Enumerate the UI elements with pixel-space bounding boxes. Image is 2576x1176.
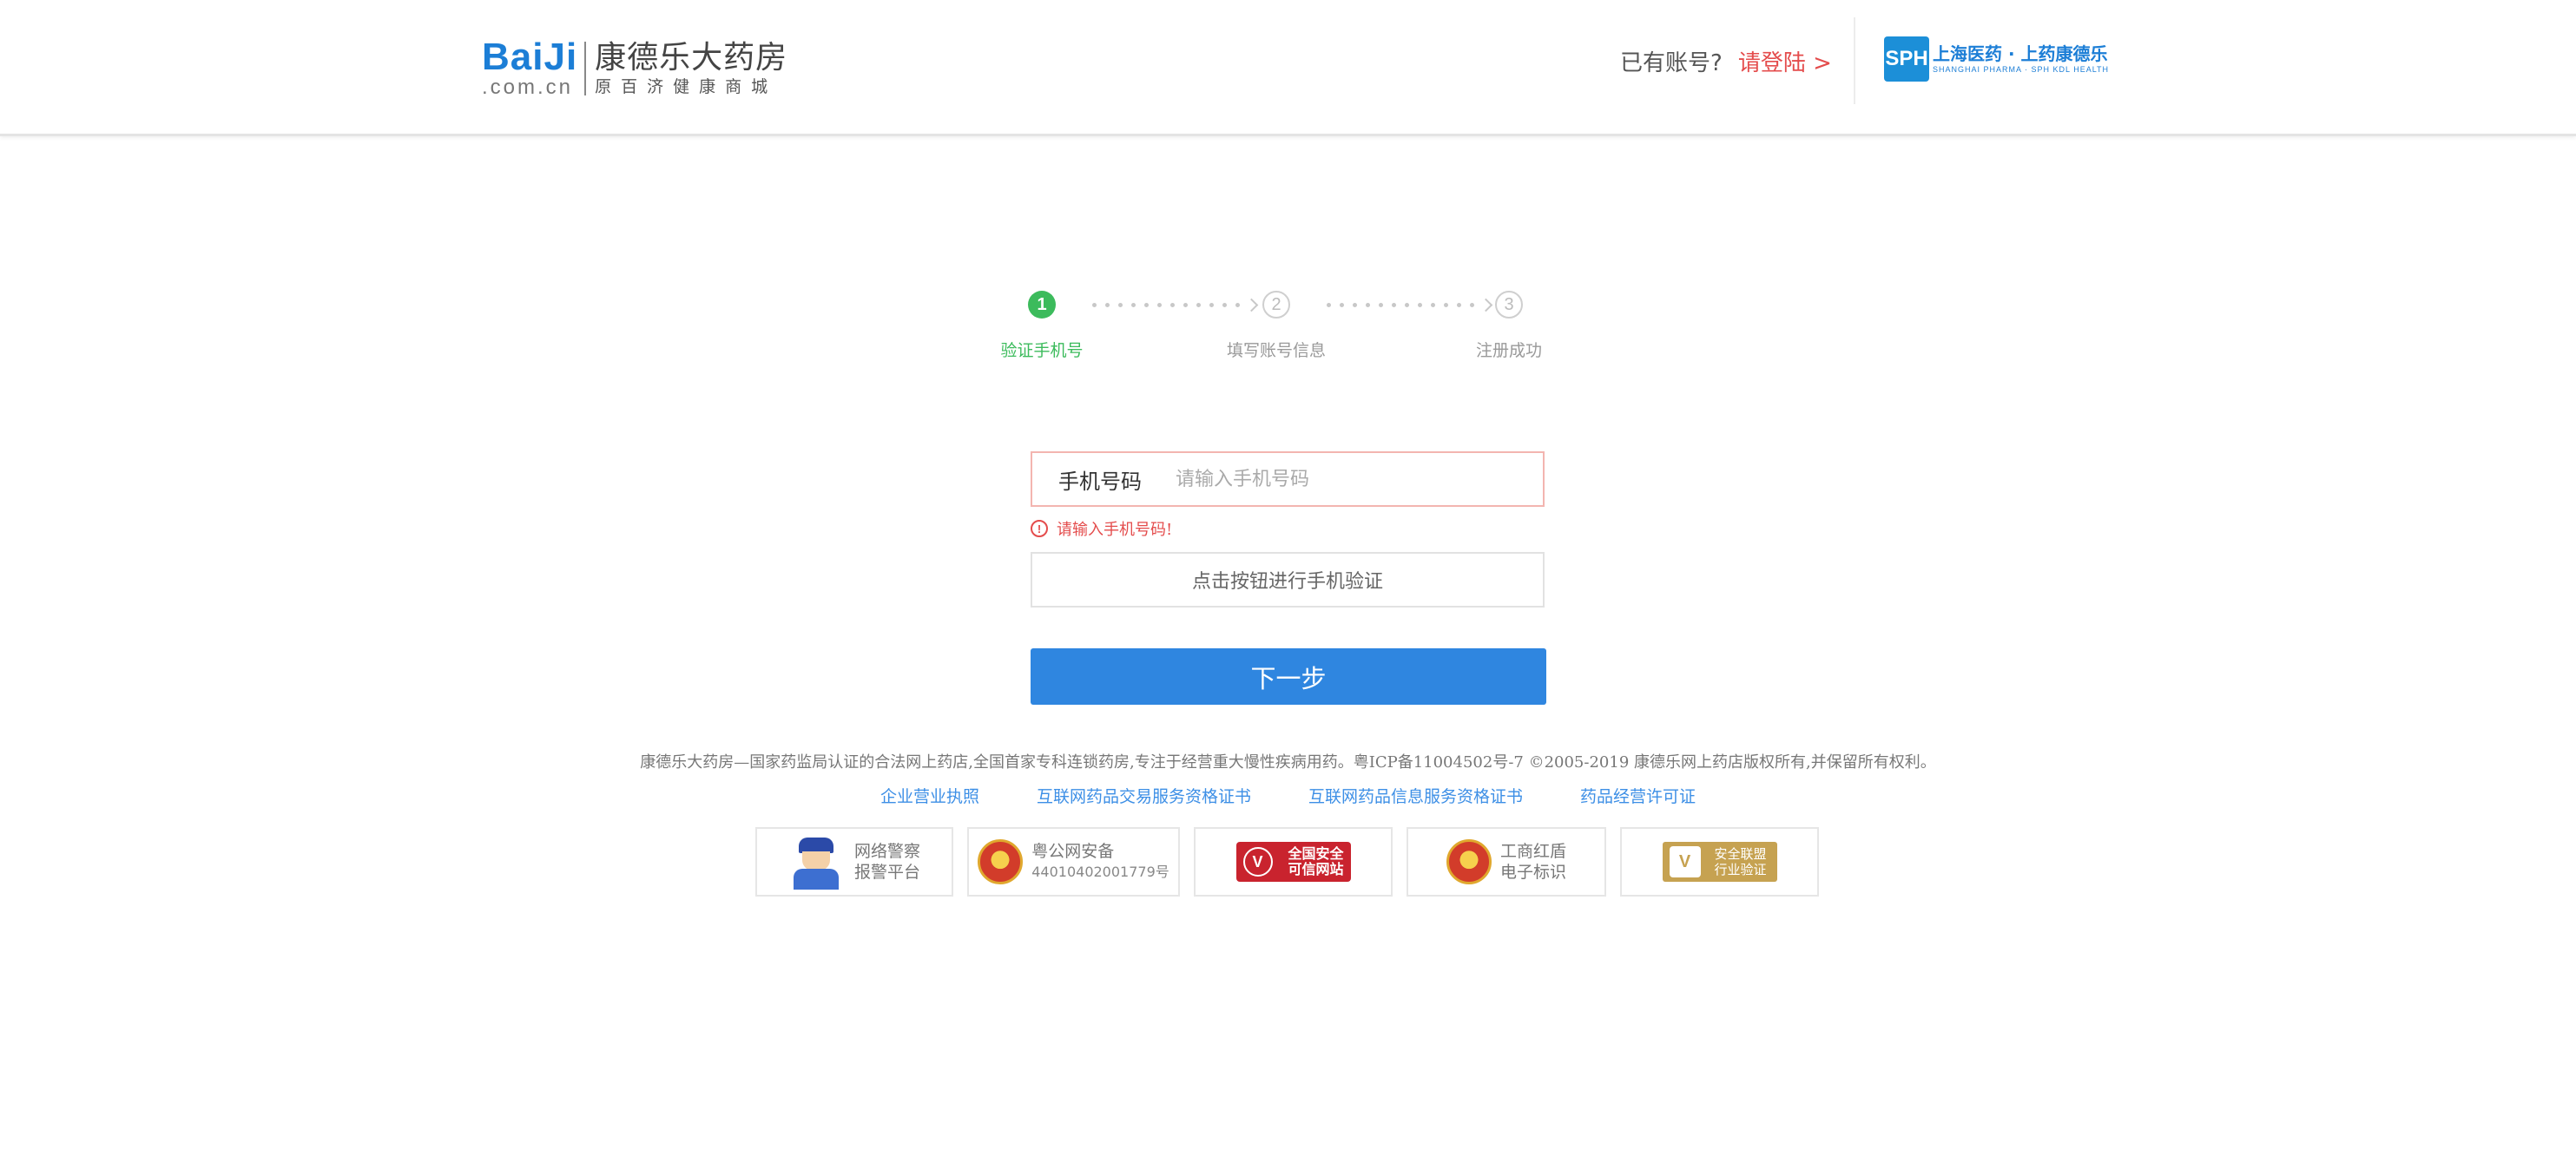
partner-logo-en: SHANGHAI PHARMA · SPH KDL HEALTH — [1933, 65, 2110, 74]
link-drug-license[interactable]: 药品经营许可证 — [1580, 784, 1696, 807]
phone-label: 手机号码 — [1058, 469, 1142, 494]
step-2-number: 2 — [1262, 291, 1290, 319]
step-2: 2 填写账号信息 — [1189, 291, 1363, 361]
error-text: 请输入手机号码! — [1057, 521, 1173, 539]
badge-line1: 安全联盟 — [1714, 846, 1767, 862]
phone-field: 手机号码 — [1031, 451, 1545, 507]
badge-cyber-police-text: 网络警察 报警平台 — [854, 841, 920, 883]
badge-trusted-site[interactable]: V 全国安全 可信网站 — [1194, 827, 1393, 897]
emblem-icon — [978, 839, 1024, 884]
badge-line2: 电子标识 — [1499, 863, 1566, 882]
phone-input[interactable] — [1167, 455, 1543, 503]
logo-tagline: 原百济健康商城 — [595, 77, 778, 96]
logo-domain: .com.cn — [482, 76, 574, 99]
police-icon — [788, 832, 846, 891]
badge-cyber-police[interactable]: 网络警察 报警平台 — [755, 827, 953, 897]
badge-line2: 行业验证 — [1714, 862, 1767, 877]
trust-badges: 网络警察 报警平台 粤公网安备 44010402001779号 V 全国安全 可… — [755, 827, 1819, 897]
verified-site-icon: V 全国安全 可信网站 — [1235, 842, 1351, 882]
badge-red-shield-text: 工商红盾 电子标识 — [1500, 841, 1566, 883]
phone-error: ! 请输入手机号码! — [1031, 518, 1172, 539]
footer-links: 企业营业执照 互联网药品交易服务资格证书 互联网药品信息服务资格证书 药品经营许… — [0, 784, 2576, 807]
badge-industry-verify[interactable]: V 安全联盟 行业验证 — [1620, 827, 1819, 897]
footer-copyright: 康德乐大药房—国家药监局认证的合法网上药店,全国首家专科连锁药房,专注于经营重大… — [640, 753, 1936, 772]
badge-public-security-text: 粤公网安备 44010402001779号 — [1031, 841, 1169, 883]
badge-line2: 44010402001779号 — [1031, 864, 1169, 880]
badge-line2: 可信网站 — [1288, 861, 1344, 877]
logo-name-block: 康德乐大药房 原百济健康商城 — [595, 40, 787, 97]
badge-line1: 粤公网安备 — [1031, 842, 1115, 861]
step-3: 3 注册成功 — [1422, 291, 1596, 361]
badge-red-shield[interactable]: 工商红盾 电子标识 — [1407, 827, 1606, 897]
sph-logo-icon: SPH — [1884, 36, 1929, 82]
partner-logo-text: 上海医药 · 上药康德乐 SHANGHAI PHARMA · SPH KDL H… — [1933, 43, 2109, 75]
step-1-number: 1 — [1028, 291, 1056, 319]
logo-wordmark: BaiJi — [482, 36, 578, 78]
link-info-certificate[interactable]: 互联网药品信息服务资格证书 — [1308, 784, 1523, 807]
logo-divider — [584, 42, 587, 95]
logo-mark: BaiJi .com.cn — [482, 38, 577, 99]
step-1: 1 验证手机号 — [955, 291, 1129, 361]
badge-line2: 报警平台 — [853, 863, 920, 882]
badge-line1: 网络警察 — [853, 842, 920, 861]
header: BaiJi .com.cn 康德乐大药房 原百济健康商城 已有账号? 请登陆 >… — [0, 0, 2576, 136]
login-link[interactable]: 请登陆 > — [1738, 45, 1832, 77]
have-account-text: 已有账号? — [1620, 49, 1723, 76]
step-2-label: 填写账号信息 — [1226, 341, 1326, 360]
partner-logo: SPH 上海医药 · 上药康德乐 SHANGHAI PHARMA · SPH K… — [1884, 36, 2109, 82]
badge-line1: 工商红盾 — [1499, 842, 1566, 861]
emblem-icon — [1446, 839, 1492, 884]
login-prompt: 已有账号? 请登陆 > — [1620, 43, 1832, 78]
link-business-license[interactable]: 企业营业执照 — [880, 784, 979, 807]
error-icon: ! — [1031, 520, 1048, 537]
step-3-number: 3 — [1495, 291, 1523, 319]
logo-store-name: 康德乐大药房 — [595, 40, 788, 76]
step-1-label: 验证手机号 — [1000, 341, 1084, 360]
next-step-button[interactable]: 下一步 — [1031, 648, 1546, 705]
site-logo[interactable]: BaiJi .com.cn 康德乐大药房 原百济健康商城 — [482, 38, 787, 99]
badge-public-security[interactable]: 粤公网安备 44010402001779号 — [967, 827, 1180, 897]
partner-logo-cn: 上海医药 · 上药康德乐 — [1933, 43, 2108, 64]
link-trade-certificate[interactable]: 互联网药品交易服务资格证书 — [1037, 784, 1251, 807]
badge-line1: 全国安全 — [1288, 845, 1344, 862]
header-divider — [1854, 17, 1855, 104]
phone-verify-button[interactable]: 点击按钮进行手机验证 — [1031, 552, 1545, 608]
step-3-label: 注册成功 — [1475, 341, 1542, 360]
verified-industry-icon: V 安全联盟 行业验证 — [1662, 842, 1777, 882]
registration-steps: 1 验证手机号 2 填写账号信息 3 注册成功 — [998, 291, 1554, 369]
